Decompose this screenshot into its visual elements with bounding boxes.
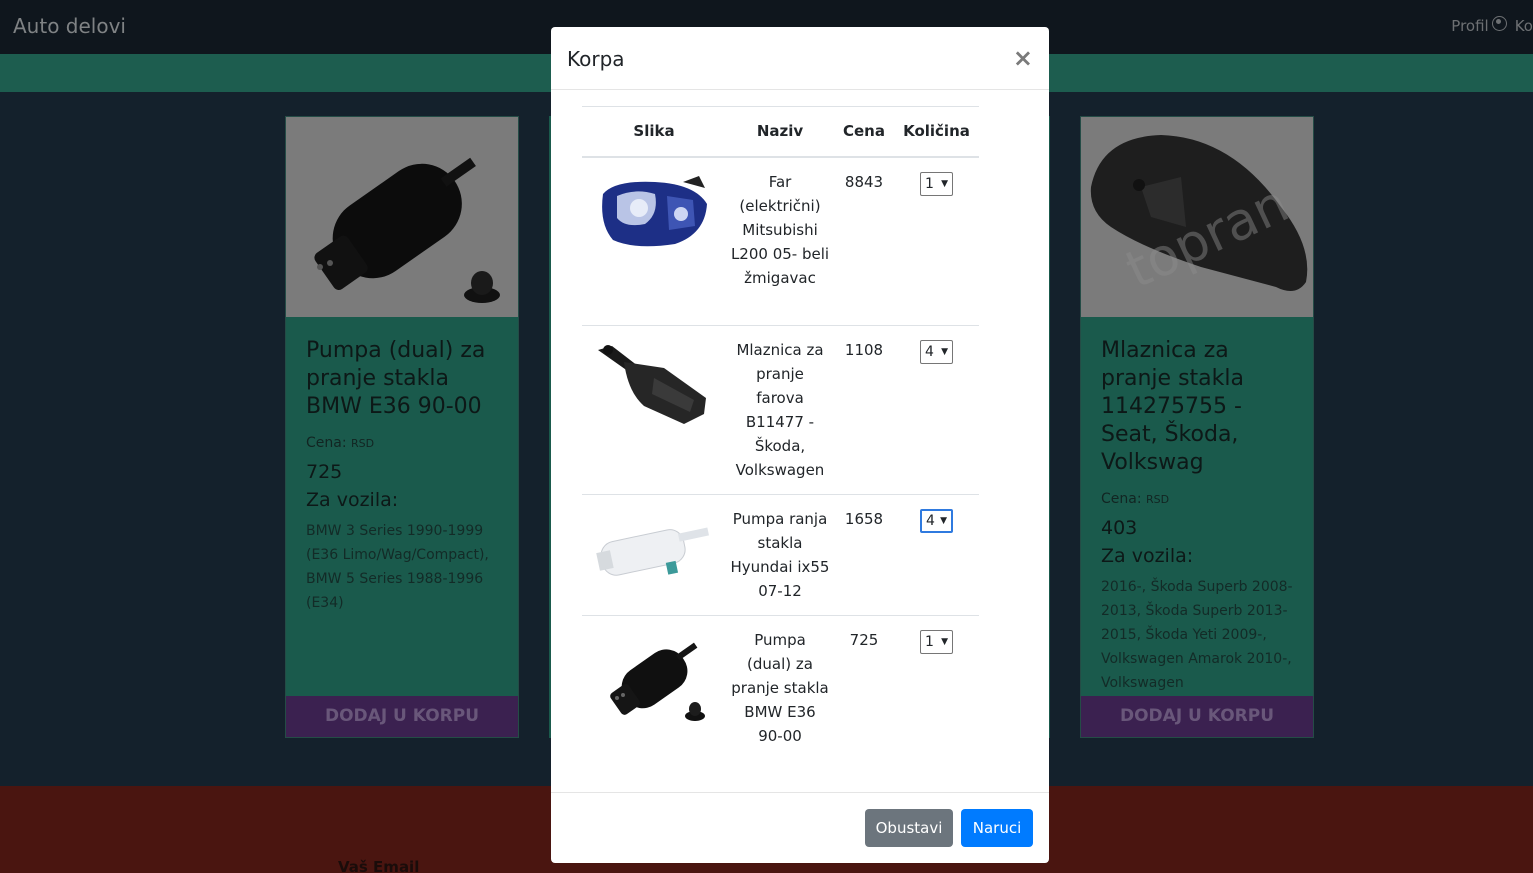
quantity-select[interactable]: 1 ▼	[920, 171, 953, 196]
item-price: 1108	[834, 325, 894, 495]
table-row: Pumpa ranja stakla Hyundai ix55 07-12 16…	[582, 494, 979, 616]
quantity-cell: 1 ▼	[894, 615, 979, 760]
white-pump-image	[596, 527, 709, 576]
item-name: Mlaznica za pranje farova B11477 - Škoda…	[726, 325, 834, 495]
add-to-cart-button[interactable]: DODAJ U KORPU	[1081, 696, 1313, 737]
currency-label: RSD	[351, 437, 375, 450]
product-thumbnail	[582, 156, 726, 326]
header-price: Cena	[834, 106, 894, 158]
product-image: topran	[1081, 117, 1313, 317]
product-title: Mlaznica za pranje stakla 114275755 - Se…	[1101, 338, 1244, 475]
price-label: Cena: RSD	[306, 435, 498, 451]
quantity-value: 1	[925, 175, 934, 192]
item-name: Far (električni) Mitsubishi L200 05- bel…	[726, 156, 834, 326]
vehicles-list: BMW 3 Series 1990-1999 (E36 Limo/Wag/Com…	[306, 523, 489, 611]
chevron-down-icon: ▼	[941, 637, 948, 647]
product-price: 725	[306, 461, 343, 483]
profile-link[interactable]: Profil	[1451, 16, 1507, 35]
price-label: Cena: RSD	[1101, 491, 1293, 507]
quantity-cell: 4 ▼	[894, 325, 979, 495]
header-image: Slika	[582, 106, 726, 158]
quantity-value: 4	[926, 513, 935, 529]
header-quantity: Količina	[894, 106, 979, 158]
modal-title: Korpa	[567, 47, 625, 71]
product-thumbnail	[582, 494, 726, 616]
table-row: Far (električni) Mitsubishi L200 05- bel…	[582, 156, 979, 326]
item-price: 1658	[834, 494, 894, 616]
table-row: Pumpa (dual) za pranje stakla BMW E36 90…	[582, 615, 979, 760]
product-price: 403	[1101, 517, 1138, 539]
brand-link[interactable]: Auto delovi	[13, 14, 126, 38]
chevron-down-icon: ▼	[941, 347, 948, 357]
table-header-row: Slika Naziv Cena Količina	[582, 106, 979, 158]
nav-right: Profil Ko	[1451, 16, 1533, 35]
vehicles-heading: Za vozila:	[1101, 545, 1194, 567]
add-to-cart-button[interactable]: DODAJ U KORPU	[286, 696, 518, 737]
product-thumbnail	[582, 325, 726, 495]
cart-link[interactable]: Ko	[1515, 17, 1533, 35]
quantity-select[interactable]: 1 ▼	[920, 630, 953, 654]
profile-label: Profil	[1451, 17, 1489, 35]
product-title: Pumpa (dual) za pranje stakla BMW E36 90…	[306, 338, 486, 419]
currency-label: RSD	[1146, 493, 1170, 506]
cart-modal: Korpa × Slika Naziv Cena Količina Far (e…	[551, 27, 1049, 863]
chevron-down-icon: ▼	[940, 516, 947, 526]
product-card: topran Mlaznica za pranje stakla 1142757…	[1080, 116, 1314, 738]
footer-email-label: Vaš Email	[338, 858, 420, 873]
quantity-cell: 4 ▼	[894, 494, 979, 616]
product-image	[286, 117, 518, 317]
modal-body: Slika Naziv Cena Količina Far (električn…	[551, 90, 1049, 792]
product-card: Pumpa (dual) za pranje stakla BMW E36 90…	[285, 116, 519, 738]
modal-header: Korpa ×	[551, 27, 1049, 90]
header-name: Naziv	[726, 106, 834, 158]
item-price: 725	[834, 615, 894, 760]
black-pump-image	[610, 642, 705, 721]
quantity-value: 1	[925, 634, 934, 650]
product-thumbnail	[582, 615, 726, 760]
user-circle-icon	[1491, 16, 1507, 31]
nozzle-image	[598, 345, 706, 424]
price-label-text: Cena:	[1101, 491, 1142, 507]
price-label-text: Cena:	[306, 435, 347, 451]
cart-table: Slika Naziv Cena Količina Far (električn…	[582, 106, 979, 760]
item-price: 8843	[834, 156, 894, 326]
vehicles-list: 2016-, Škoda Superb 2008-2013, Škoda Sup…	[1101, 579, 1293, 691]
close-icon[interactable]: ×	[1013, 44, 1033, 72]
vehicles-heading: Za vozila:	[306, 489, 399, 511]
table-row: Mlaznica za pranje farova B11477 - Škoda…	[582, 325, 979, 495]
chevron-down-icon: ▼	[941, 178, 948, 189]
quantity-select[interactable]: 4 ▼	[920, 340, 953, 364]
modal-footer: Obustavi Naruci	[551, 792, 1049, 863]
item-name: Pumpa ranja stakla Hyundai ix55 07-12	[726, 494, 834, 616]
headlight-image	[602, 175, 707, 246]
item-name: Pumpa (dual) za pranje stakla BMW E36 90…	[726, 615, 834, 760]
quantity-value: 4	[925, 344, 934, 360]
quantity-cell: 1 ▼	[894, 156, 979, 326]
quantity-select[interactable]: 4 ▼	[920, 509, 953, 533]
order-button[interactable]: Naruci	[961, 809, 1033, 847]
cancel-button[interactable]: Obustavi	[865, 809, 953, 847]
